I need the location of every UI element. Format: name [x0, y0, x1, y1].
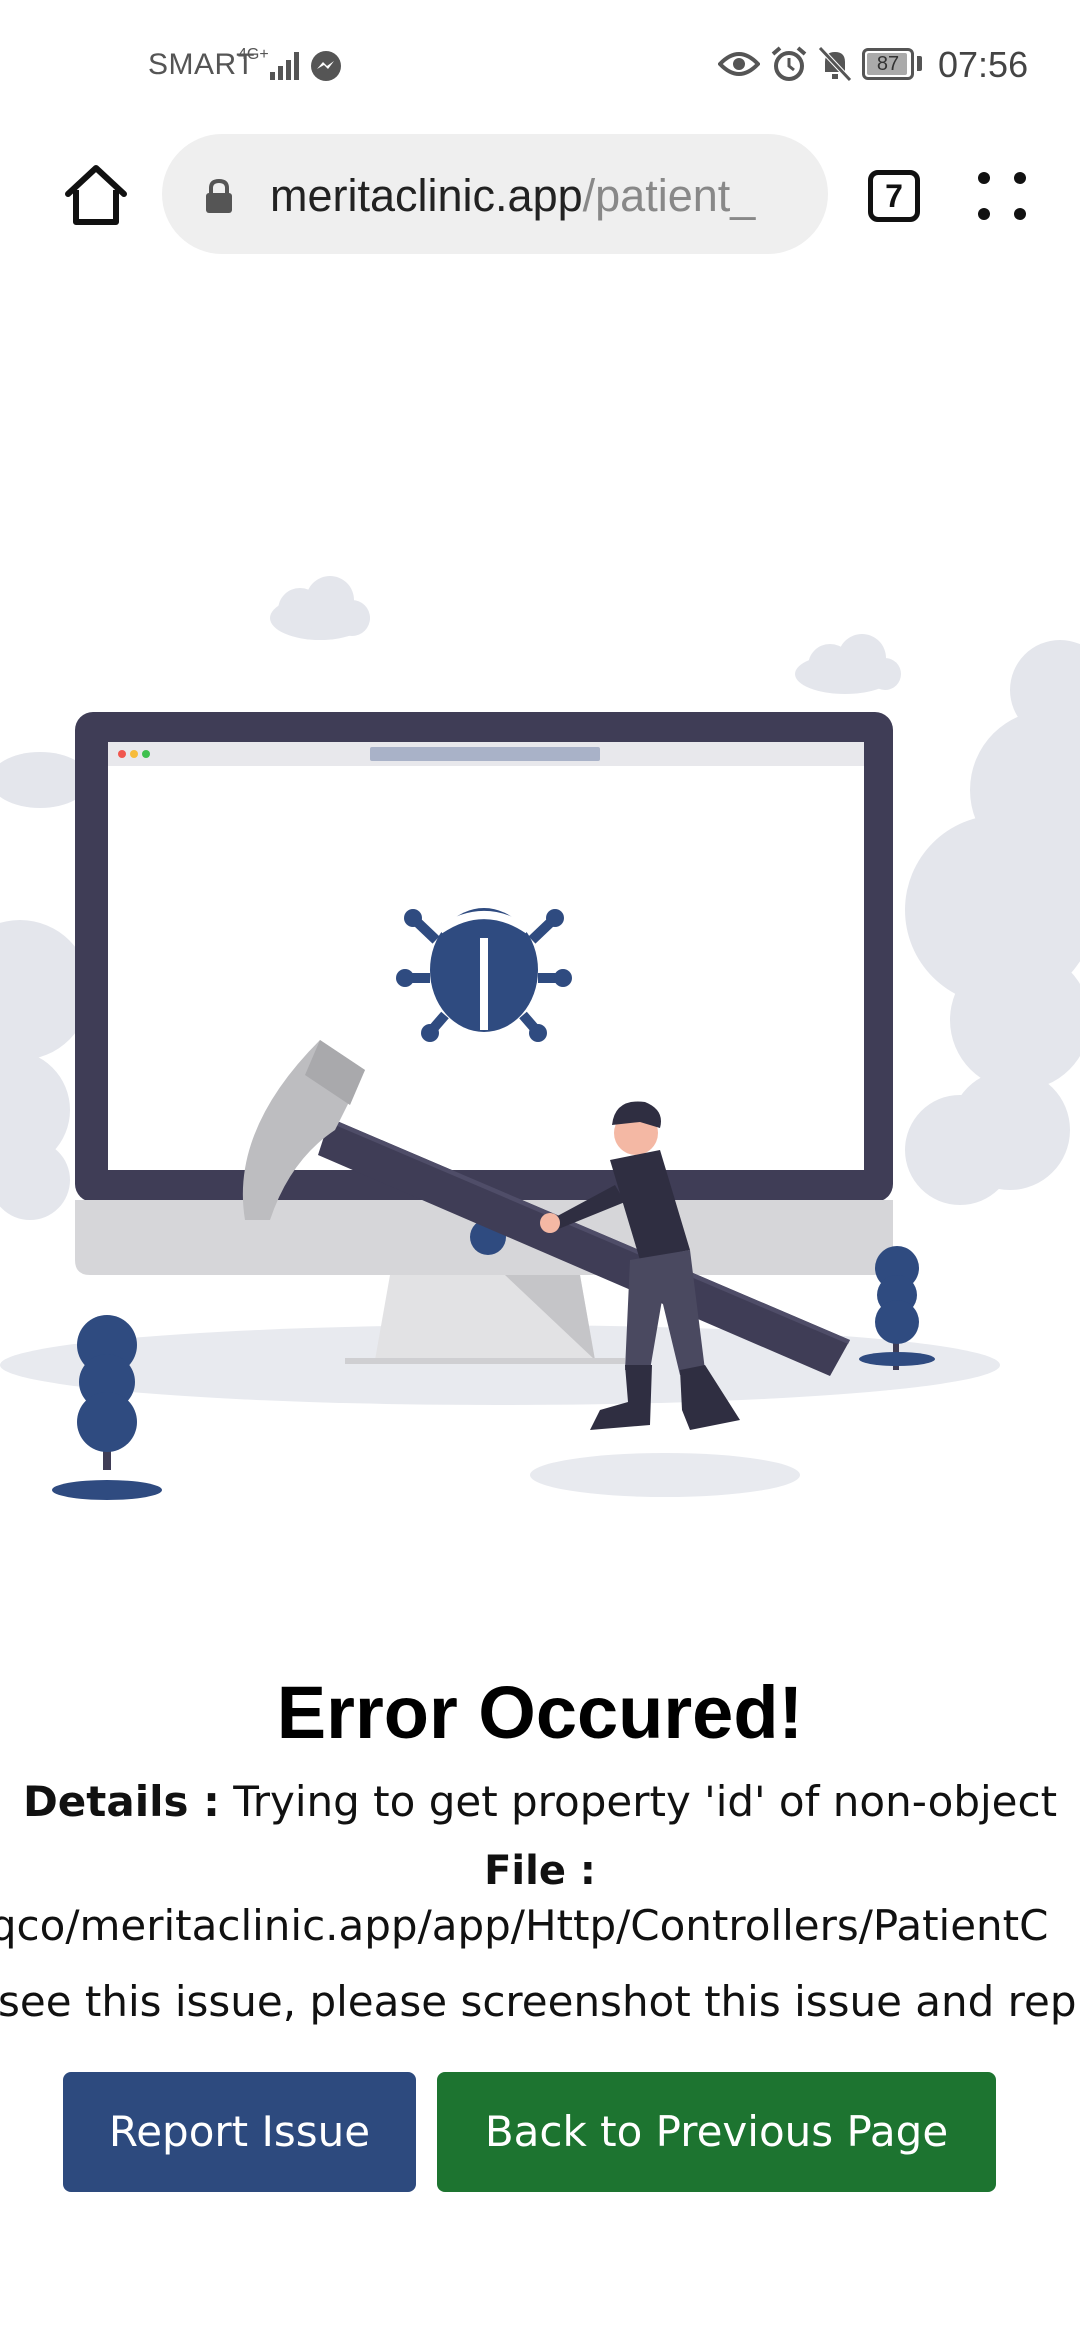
error-title: Error Occured! [276, 1671, 804, 1754]
tab-switcher-button[interactable]: 7 [868, 170, 920, 222]
eye-comfort-icon [718, 52, 760, 76]
bug-fixing-illustration [0, 576, 1080, 1500]
url-path: /patient_ [582, 170, 756, 221]
lock-icon [206, 178, 232, 213]
url-text: meritaclinic.app/patient_ [270, 168, 810, 224]
messenger-icon [311, 51, 341, 81]
status-bar: SMART 4G+ 87 07:56 [0, 0, 1080, 130]
report-issue-button[interactable]: Report Issue [63, 2072, 416, 2192]
file-path: sqco/meritaclinic.app/app/Http/Controlle… [0, 1898, 1080, 1954]
battery-level: 87 [876, 53, 900, 75]
details-label: Details : [22, 1777, 220, 1826]
file-label: File : [484, 1848, 596, 1894]
alarm-icon [771, 46, 807, 81]
network-type: 4G+ [238, 46, 269, 63]
error-details: Details : Trying to get property 'id' of… [0, 1774, 1080, 1830]
address-bar[interactable]: meritaclinic.app/patient_ [162, 134, 828, 254]
back-to-previous-page-button[interactable]: Back to Previous Page [437, 2072, 996, 2192]
report-message-text: u see this issue, please screenshot this… [0, 1977, 1077, 2026]
file-path-text: sqco/meritaclinic.app/app/Http/Controlle… [0, 1901, 1049, 1950]
report-message: u see this issue, please screenshot this… [0, 1974, 1080, 2030]
browser-toolbar: meritaclinic.app/patient_ 7 [0, 130, 1080, 260]
mute-icon [818, 46, 852, 82]
clock: 07:56 [938, 44, 1029, 85]
battery-icon: 87 [862, 48, 914, 80]
url-domain: meritaclinic.app [270, 170, 583, 221]
signal-icon [270, 52, 299, 80]
menu-button[interactable] [972, 166, 1032, 226]
details-text: Trying to get property 'id' of non-objec… [233, 1777, 1058, 1826]
home-button[interactable] [60, 160, 132, 232]
